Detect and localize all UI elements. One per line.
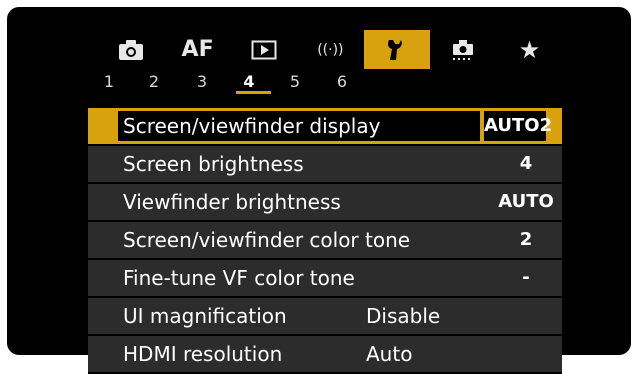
menu-item-screen-viewfinder-display[interactable]: Screen/viewfinder display AUTO2 bbox=[88, 108, 562, 146]
menu-item-label: UI magnification bbox=[123, 304, 287, 328]
menu-item-label: Viewfinder brightness bbox=[123, 190, 341, 214]
menu-item-viewfinder-brightness[interactable]: Viewfinder brightness AUTO bbox=[88, 184, 562, 222]
tab-wireless[interactable]: ((·)) bbox=[297, 30, 363, 69]
star-icon: ★ bbox=[518, 35, 541, 64]
menu-item-label: Screen/viewfinder color tone bbox=[123, 228, 411, 252]
af-icon: AF bbox=[181, 37, 214, 62]
subtab-3[interactable]: 3 bbox=[191, 69, 213, 94]
camera-icon bbox=[119, 39, 144, 60]
menu-item-fine-tune-vf-color-tone[interactable]: Fine-tune VF color tone - bbox=[88, 260, 562, 298]
menu-item-label: Fine-tune VF color tone bbox=[123, 266, 355, 290]
menu-item-hdmi-resolution[interactable]: HDMI resolution Auto bbox=[88, 336, 562, 374]
camera-menu-screen: AF ((·)) ★ 1 2 3 4 5 6 Screen/viewfinder… bbox=[7, 7, 631, 374]
tab-my-menu[interactable]: ★ bbox=[496, 30, 562, 69]
tab-shooting[interactable] bbox=[98, 30, 164, 69]
playback-icon bbox=[251, 40, 277, 59]
menu-item-label: Screen brightness bbox=[123, 152, 304, 176]
menu-item-screen-brightness[interactable]: Screen brightness 4 bbox=[88, 146, 562, 184]
subtab-2[interactable]: 2 bbox=[143, 69, 165, 94]
custom-functions-icon bbox=[453, 39, 474, 60]
menu-item-value: 2 bbox=[519, 229, 533, 250]
menu-tab-bar: AF ((·)) ★ bbox=[98, 30, 563, 69]
menu-item-value: AUTO2 bbox=[484, 111, 552, 141]
settings-menu-list: Screen/viewfinder display AUTO2 Screen b… bbox=[88, 108, 562, 374]
subtab-5[interactable]: 5 bbox=[284, 69, 306, 94]
menu-item-label: Screen/viewfinder display bbox=[118, 111, 480, 141]
menu-item-label: HDMI resolution bbox=[123, 342, 283, 366]
tab-setup[interactable] bbox=[363, 30, 430, 69]
subtab-6[interactable]: 6 bbox=[331, 69, 353, 94]
menu-item-ui-magnification[interactable]: UI magnification Disable bbox=[88, 298, 562, 336]
menu-item-value: 4 bbox=[519, 153, 533, 174]
menu-item-value: Auto bbox=[366, 342, 413, 366]
menu-item-value: Disable bbox=[366, 304, 441, 328]
wireless-icon: ((·)) bbox=[317, 41, 344, 58]
tab-custom-functions[interactable] bbox=[430, 30, 496, 69]
menu-item-value: - bbox=[522, 267, 530, 288]
subtab-bar: 1 2 3 4 5 6 bbox=[98, 69, 563, 94]
menu-item-screen-viewfinder-color-tone[interactable]: Screen/viewfinder color tone 2 bbox=[88, 222, 562, 260]
subtab-1[interactable]: 1 bbox=[98, 69, 120, 94]
tab-af[interactable]: AF bbox=[164, 30, 230, 69]
wrench-icon bbox=[387, 39, 402, 60]
tab-playback[interactable] bbox=[231, 30, 297, 69]
menu-item-value: AUTO bbox=[498, 191, 554, 212]
active-subtab-indicator bbox=[236, 91, 271, 94]
